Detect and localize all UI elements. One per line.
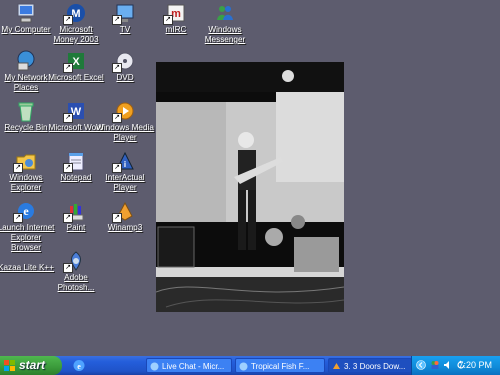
interactual-icon: i ↗ [112,150,136,173]
svg-text:X: X [72,56,80,68]
windows-logo-icon [4,360,15,371]
money-icon: M ↗ [63,2,87,25]
explorer-icon: ↗ [13,150,37,173]
media-player-icon: ↗ [112,100,136,123]
svg-text:e: e [23,204,29,218]
shortcut-arrow-icon: ↗ [63,15,73,25]
winamp-icon: ↗ [112,200,136,223]
desktop-icon-windows-media-player[interactable]: ↗ Windows Media Player [96,100,154,143]
network-icon [15,50,37,72]
desktop-icon-winamp[interactable]: ↗ Winamp3 [96,200,154,233]
recycle-bin-icon [15,100,37,122]
shortcut-arrow-icon: ↗ [112,15,122,25]
shortcut-arrow-icon: ↗ [63,213,73,223]
start-button[interactable]: start [0,356,62,375]
shortcut-arrow-icon: ↗ [163,15,173,25]
shortcut-arrow-icon: ↗ [13,163,23,173]
photoshop-icon: ↗ [63,250,87,273]
tray-collapse-icon[interactable] [416,360,426,370]
shortcut-arrow-icon: ↗ [63,63,73,73]
taskbar: start e Live Chat - Micr... Tropical Fis… [0,356,500,375]
internet-explorer-icon: e ↗ [13,200,37,223]
shortcut-arrow-icon: ↗ [112,113,122,123]
svg-text:e: e [77,362,81,371]
desktop-icon-tv[interactable]: ↗ TV [96,2,154,35]
system-tray: 7:20 PM [411,356,500,375]
notepad-icon: ↗ [63,150,87,173]
desktop: My Computer My Network Places Recycle Bi… [0,0,500,356]
dvd-icon: ↗ [112,50,136,73]
desktop-icon-interactual-player[interactable]: i ↗ InterActual Player [96,150,154,193]
paint-icon: ↗ [63,200,87,223]
quicklaunch-ie-icon[interactable]: e [72,359,86,372]
excel-icon: X ↗ [63,50,87,73]
winamp-icon [333,363,340,369]
clock[interactable]: 7:20 PM [458,356,492,375]
computer-icon [15,2,37,24]
volume-icon[interactable] [443,360,453,370]
desktop-icon-dvd[interactable]: ↗ DVD [96,50,154,83]
ie-icon [150,362,159,371]
mirc-icon: m ↗ [163,2,187,25]
desktop-icon-photoshop[interactable]: ↗ Adobe Photosh... [47,250,105,293]
wallpaper-photo [156,62,344,312]
messenger-tray-icon[interactable] [430,360,440,370]
desktop-icon-windows-messenger[interactable]: Windows Messenger [196,2,254,45]
ie-icon [239,362,248,371]
shortcut-arrow-icon: ↗ [13,213,23,223]
start-label: start [19,358,46,372]
kazaa-icon [15,250,37,262]
shortcut-arrow-icon: ↗ [63,263,73,273]
shortcut-arrow-icon: ↗ [112,63,122,73]
shortcut-arrow-icon: ↗ [63,113,73,123]
taskbar-button-3-doors-down[interactable]: 3. 3 Doors Dow... [328,358,412,373]
taskbar-button-live-chat[interactable]: Live Chat - Micr... [146,358,232,373]
messenger-icon [214,2,236,24]
shortcut-arrow-icon: ↗ [112,163,122,173]
shortcut-arrow-icon: ↗ [112,213,122,223]
tv-icon: ↗ [112,2,136,25]
word-icon: W ↗ [63,100,87,123]
svg-text:i: i [124,160,126,169]
taskbar-button-tropical-fish[interactable]: Tropical Fish F... [235,358,325,373]
shortcut-arrow-icon: ↗ [63,163,73,173]
